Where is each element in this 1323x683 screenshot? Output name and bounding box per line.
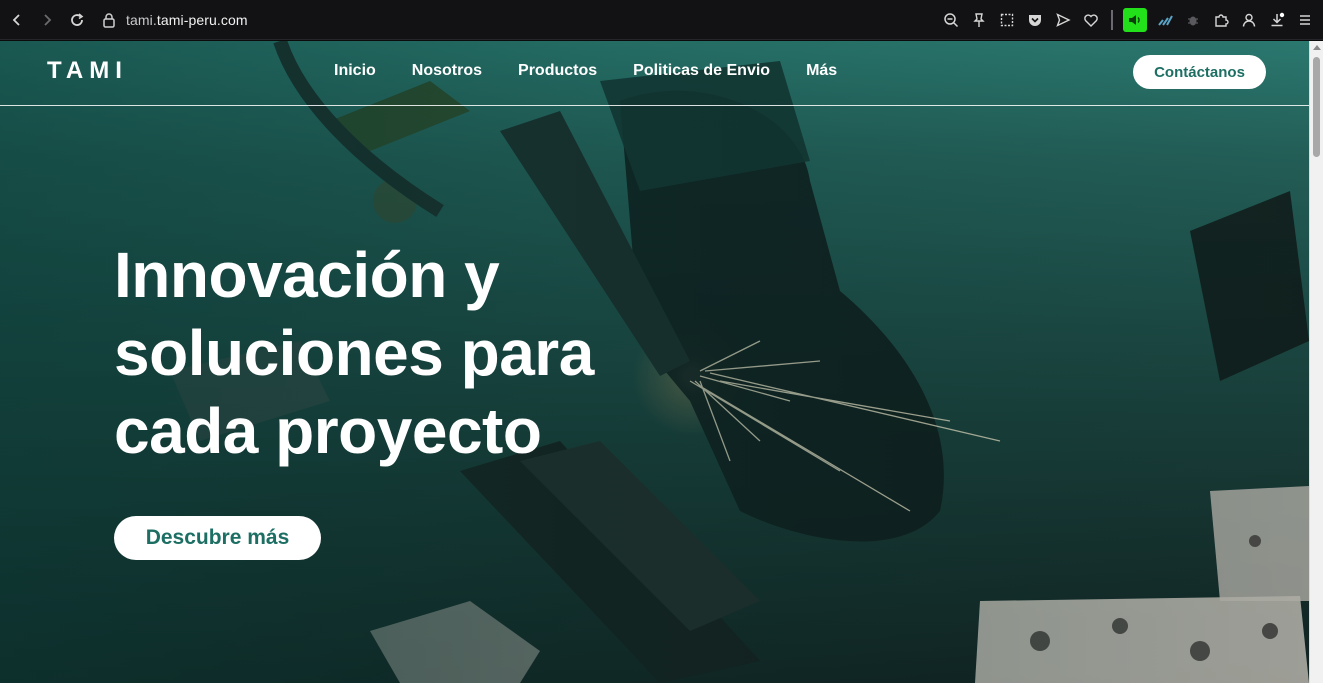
discover-more-button[interactable]: Descubre más — [114, 516, 321, 560]
url-subdomain: tami. — [126, 11, 157, 28]
screenshot-icon — [1000, 13, 1014, 27]
pin-icon — [973, 13, 985, 27]
puzzle-icon — [1215, 14, 1229, 27]
favorite-button[interactable] — [1081, 10, 1101, 30]
back-arrow-icon — [12, 13, 20, 26]
scroll-up-arrow-icon[interactable] — [1313, 45, 1321, 50]
pin-button[interactable] — [969, 10, 989, 30]
page-scrollbar[interactable] — [1309, 41, 1323, 683]
hero-title-line-1: Innovación y — [114, 239, 500, 311]
downloads-button[interactable] — [1267, 10, 1287, 30]
extensions-button[interactable] — [1211, 10, 1231, 30]
reload-icon — [71, 12, 84, 26]
hero-title: Innovación y soluciones para cada proyec… — [114, 236, 734, 470]
site-logo[interactable]: TAMI — [47, 57, 128, 85]
nav-link-mas[interactable]: Más — [806, 62, 837, 80]
screenshot-button[interactable] — [997, 10, 1017, 30]
menu-button[interactable] — [1295, 10, 1315, 30]
url-text: tami.tami-peru.com — [126, 12, 248, 28]
nav-link-inicio[interactable]: Inicio — [334, 62, 376, 80]
hero-title-line-2: soluciones para — [114, 317, 594, 389]
nav-link-productos[interactable]: Productos — [518, 62, 597, 80]
stats-extension-button[interactable] — [1155, 10, 1175, 30]
heart-icon — [1084, 14, 1098, 27]
reload-button[interactable] — [64, 7, 90, 33]
webpage: TAMI Inicio Nosotros Productos Politicas… — [0, 41, 1309, 683]
bug-extension-button[interactable] — [1183, 10, 1203, 30]
nav-link-politicas-de-envio[interactable]: Politicas de Envio — [633, 62, 770, 80]
nav-link-nosotros[interactable]: Nosotros — [412, 62, 482, 80]
download-icon — [1271, 12, 1285, 27]
hero-title-line-3: cada proyecto — [114, 395, 542, 467]
contact-button[interactable]: Contáctanos — [1133, 55, 1266, 89]
url-domain: tami-peru.com — [156, 11, 248, 28]
sound-extension-button[interactable] — [1123, 8, 1147, 32]
main-navigation: Inicio Nosotros Productos Politicas de E… — [334, 62, 873, 80]
account-icon — [1242, 13, 1256, 27]
bug-icon — [1188, 16, 1198, 26]
browser-toolbar: tami.tami-peru.com — [0, 0, 1323, 40]
send-button[interactable] — [1053, 10, 1073, 30]
browser-tool-icons — [941, 0, 1315, 40]
chart-extension-icon — [1158, 15, 1173, 26]
account-button[interactable] — [1239, 10, 1259, 30]
forward-arrow-icon — [44, 13, 52, 26]
zoom-button[interactable] — [941, 10, 961, 30]
scrollbar-thumb[interactable] — [1313, 57, 1320, 157]
forward-button[interactable] — [34, 7, 60, 33]
pocket-icon — [1029, 15, 1041, 26]
hamburger-menu-icon — [1300, 15, 1310, 25]
toolbar-separator — [1111, 10, 1113, 30]
site-header: TAMI Inicio Nosotros Productos Politicas… — [0, 41, 1309, 106]
pocket-button[interactable] — [1025, 10, 1045, 30]
address-bar[interactable]: tami.tami-peru.com — [102, 7, 248, 33]
lock-icon — [103, 12, 115, 28]
speaker-icon — [1129, 15, 1140, 25]
back-button[interactable] — [4, 7, 30, 33]
send-icon — [1056, 13, 1071, 27]
zoom-out-icon — [944, 13, 959, 28]
